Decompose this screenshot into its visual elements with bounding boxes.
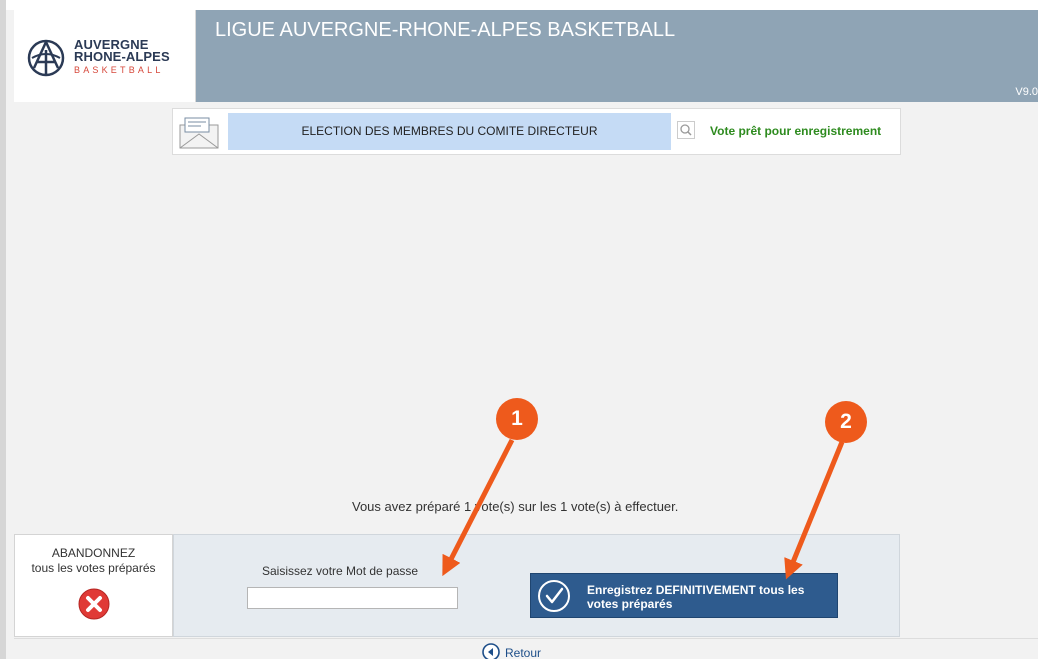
annotation-marker-2: 2: [825, 401, 867, 443]
annotation-marker-1: 1: [496, 398, 538, 440]
annotation-arrow-2: [784, 441, 845, 580]
annotation-arrows: [442, 438, 845, 580]
annotation-arrow-1: [442, 438, 515, 577]
